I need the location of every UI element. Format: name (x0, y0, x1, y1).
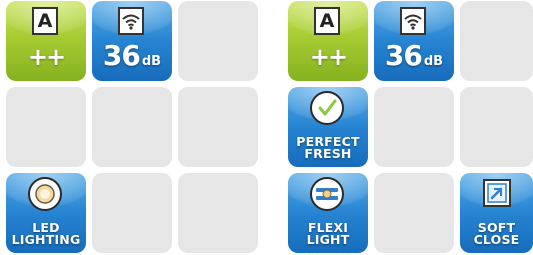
led-lighting-tile: LED LIGHTING (6, 173, 86, 253)
flexi-light-tile: FLEXI LIGHT (288, 173, 368, 253)
energy-class-letter: A (314, 7, 340, 35)
noise-level-tile: 36 dB (92, 1, 172, 81)
noise-level-value: 36 dB (102, 39, 162, 72)
wifi-icon (400, 7, 426, 35)
energy-class-rating: ++ (27, 43, 66, 71)
energy-class-tile: A ++ (6, 1, 86, 81)
empty-tile (374, 87, 454, 167)
empty-tile (92, 173, 172, 253)
empty-tile (460, 87, 533, 167)
soft-close-icon (483, 179, 511, 207)
feature-label: SOFT CLOSE (473, 220, 520, 247)
feature-label: FLEXI LIGHT (306, 220, 350, 247)
empty-tile (6, 87, 86, 167)
led-light-icon (28, 177, 62, 211)
energy-class-tile: A ++ (288, 1, 368, 81)
energy-class-letter: A (32, 7, 58, 35)
empty-tile (178, 1, 258, 81)
noise-level-tile: 36 dB (374, 1, 454, 81)
feature-label: LED LIGHTING (11, 220, 81, 247)
empty-tile (374, 173, 454, 253)
feature-label: PERFECT FRESH (296, 134, 360, 161)
flexi-light-icon (310, 177, 344, 211)
empty-tile (178, 173, 258, 253)
checkmark-icon (310, 91, 344, 125)
empty-tile (92, 87, 172, 167)
empty-tile (178, 87, 258, 167)
soft-close-tile: SOFT CLOSE (460, 173, 533, 253)
energy-class-rating: ++ (309, 43, 348, 71)
perfect-fresh-tile: PERFECT FRESH (288, 87, 368, 167)
empty-tile (460, 1, 533, 81)
noise-level-value: 36 dB (384, 39, 444, 72)
wifi-icon (118, 7, 144, 35)
